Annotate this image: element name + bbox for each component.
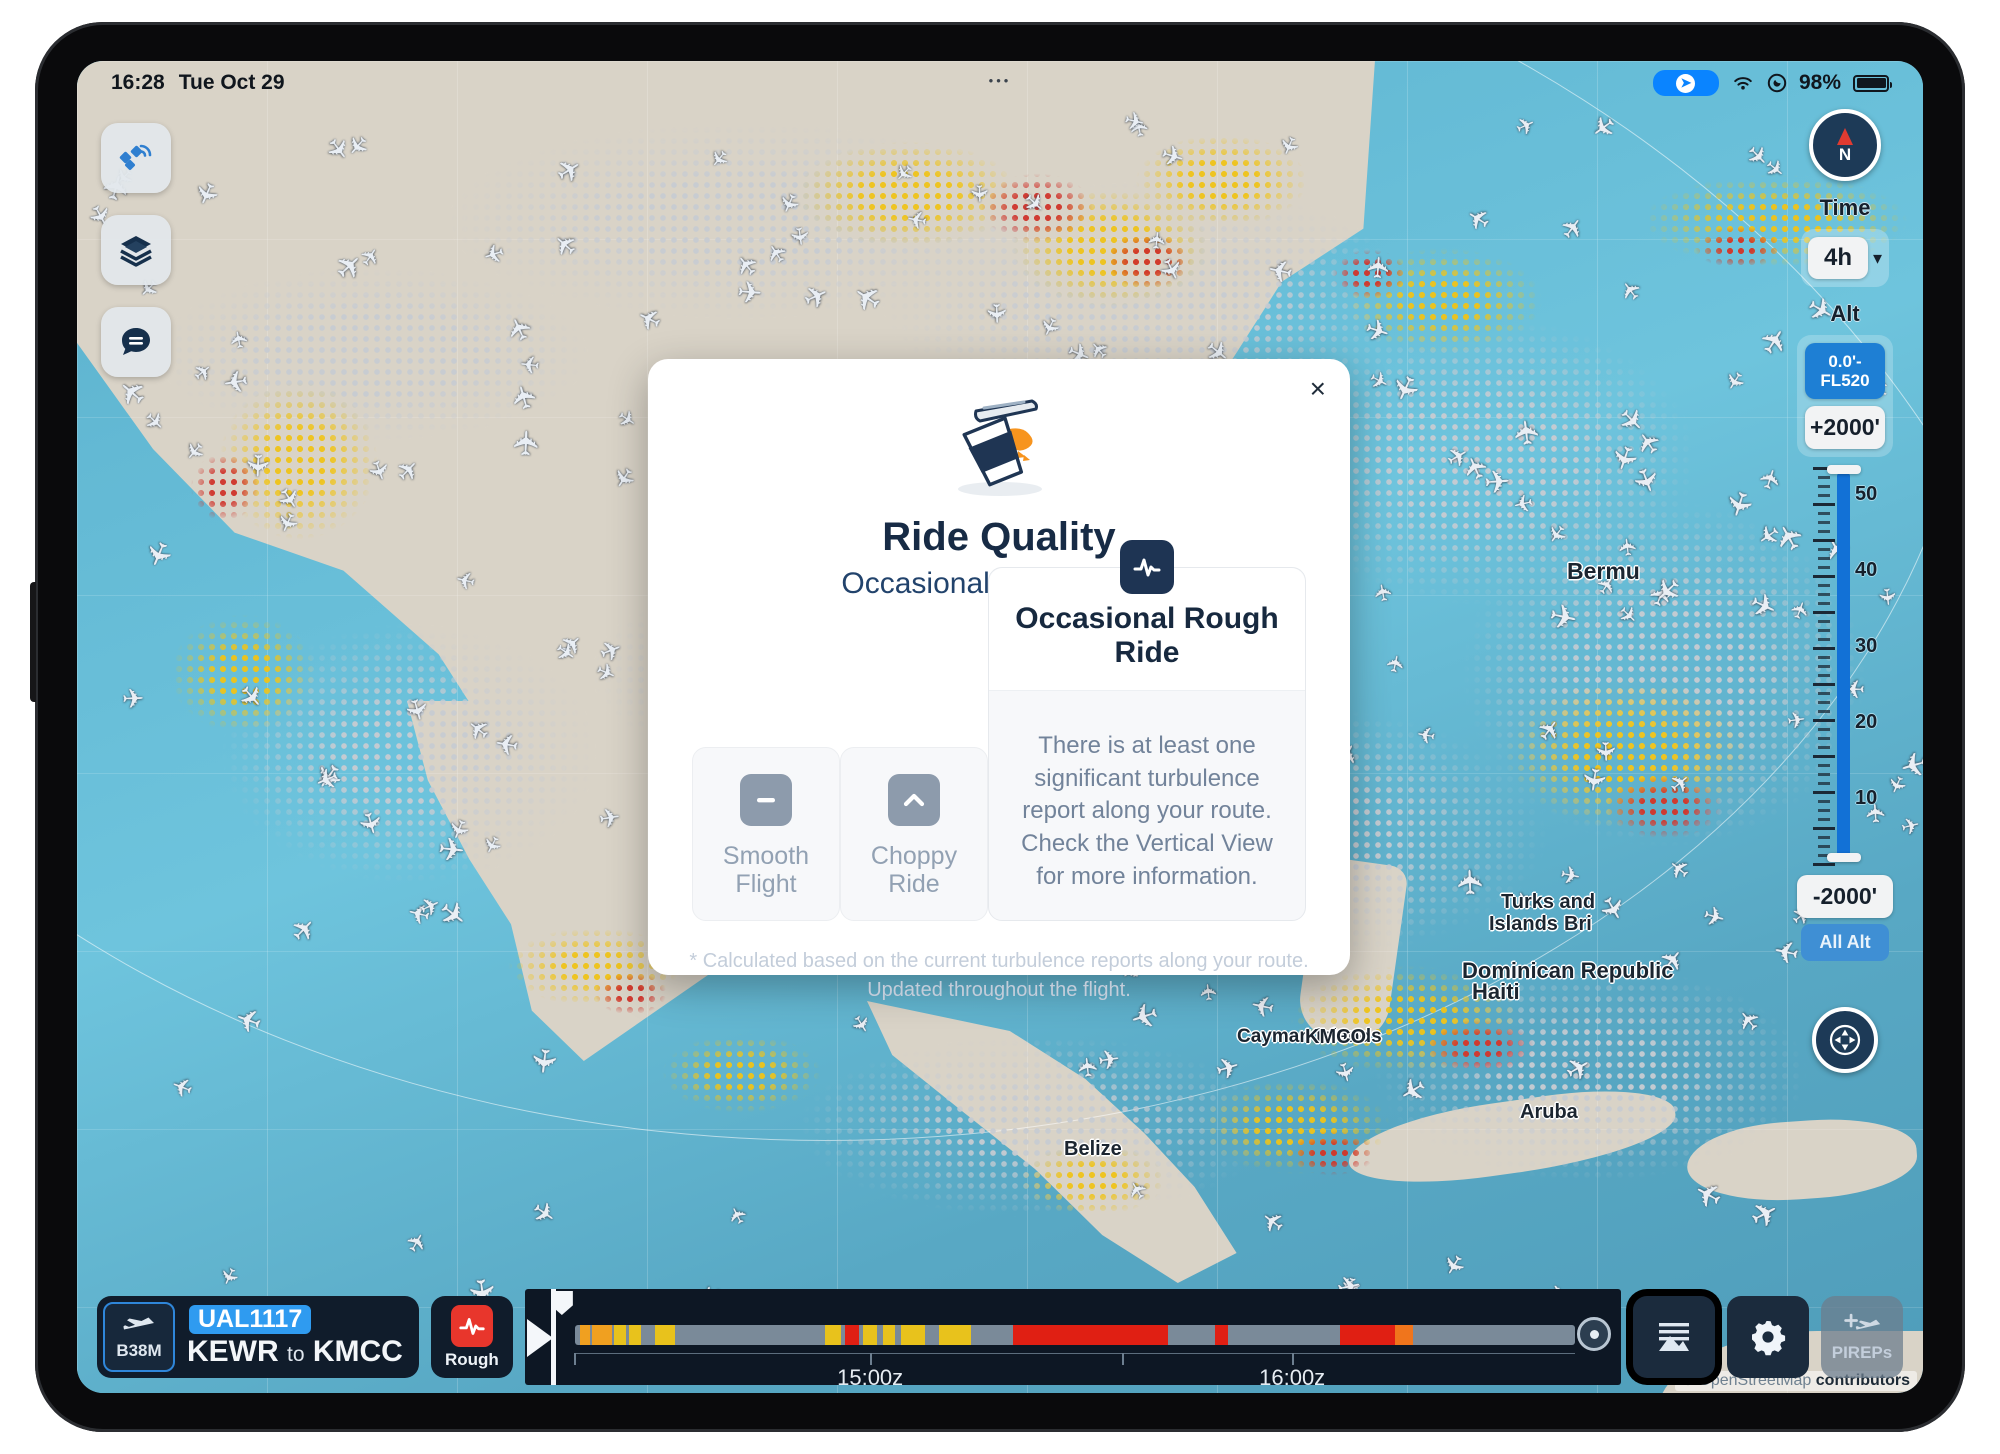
page-title: Ride Quality: [882, 515, 1116, 559]
ride-quality-dialog: × Ride Quality Occasional Rough Ride: [648, 359, 1350, 1001]
minus-icon: [740, 774, 792, 826]
close-icon[interactable]: ×: [1310, 375, 1326, 403]
turbulence-pulse-icon: [1120, 539, 1174, 594]
ride-quality-footnote: * Calculated based on the current turbul…: [689, 950, 1309, 1001]
ride-quality-grade-row: Smooth Flight Choppy Ride Occasional Rou…: [682, 539, 1316, 921]
grade-smooth-flight[interactable]: Smooth Flight: [692, 747, 840, 921]
spilled-coffee-cup-icon: [682, 395, 1316, 499]
grade-choppy-ride[interactable]: Choppy Ride: [840, 747, 988, 921]
grade-label: Choppy Ride: [870, 842, 958, 898]
tablet-screen: ✈ ✈ ✈ ✈ ✈ ✈ ✈ ✈ ✈ ✈ ✈ ✈ ✈ ✈ ✈ ✈ ✈ ✈ ✈ ✈ ✈ ✈ ✈ ✈ ✈ ✈ ✈ ✈ ✈ ✈ ✈ ✈ ✈ ✈ ✈ ✈ ✈ ✈ ✈ ✈…: [77, 61, 1923, 1393]
selected-grade-description: There is at least one significant turbul…: [1021, 731, 1273, 891]
selected-grade-name: Occasional Rough Ride: [1015, 601, 1279, 669]
selected-grade-header: Occasional Rough Ride: [989, 539, 1305, 690]
tablet-device-frame: ✈ ✈ ✈ ✈ ✈ ✈ ✈ ✈ ✈ ✈ ✈ ✈ ✈ ✈ ✈ ✈ ✈ ✈ ✈ ✈ ✈ ✈ ✈ ✈ ✈ ✈ ✈ ✈ ✈ ✈ ✈ ✈ ✈ ✈ ✈ ✈ ✈ ✈ ✈ ✈…: [30, 22, 1965, 1432]
grade-occasional-rough-ride[interactable]: Occasional Rough Ride There is at least …: [988, 539, 1306, 921]
grade-label: Smooth Flight: [722, 842, 810, 898]
chevron-up-icon: [888, 774, 940, 826]
